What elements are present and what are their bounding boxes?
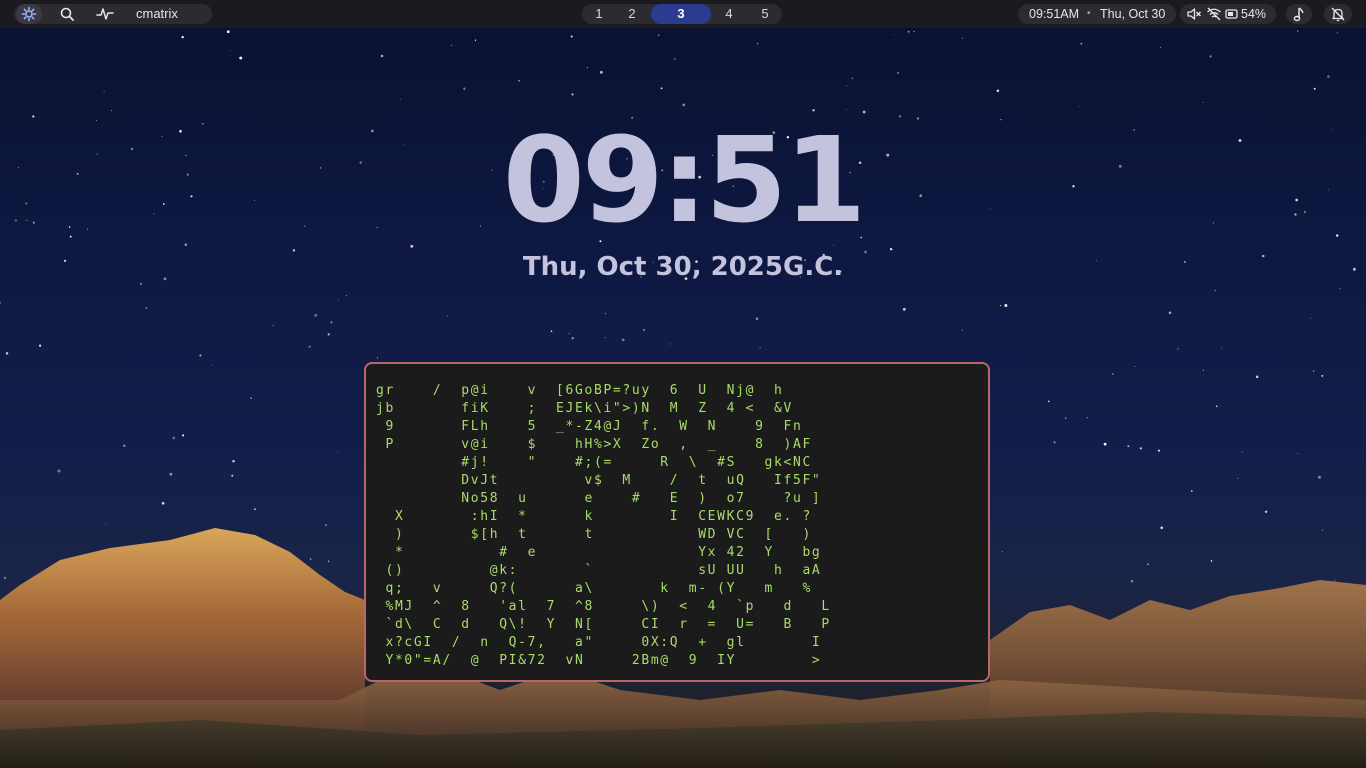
workspace-3[interactable]: 3 bbox=[651, 4, 711, 24]
activity-icon[interactable] bbox=[92, 4, 118, 24]
topbar-time: 09:51AM bbox=[1029, 7, 1080, 21]
matrix-line: () @k: ` sU UU h aA bbox=[376, 563, 822, 578]
matrix-line: `d\ C d Q\! Y N[ CI r = U= B P bbox=[376, 617, 831, 632]
workspace-switcher: 1 2 3 4 5 bbox=[582, 4, 782, 24]
cmatrix-output: gr / p@i v [6GoBP=?uy 6 U Nj@ h jb fiK ;… bbox=[376, 382, 831, 670]
focused-app-name: cmatrix bbox=[136, 6, 178, 21]
clock-widget[interactable]: 09:51AM • Thu, Oct 30 bbox=[1018, 4, 1176, 24]
music-note-icon[interactable] bbox=[1286, 4, 1312, 24]
workspace-2[interactable]: 2 bbox=[617, 4, 647, 24]
terminal-window[interactable]: gr / p@i v [6GoBP=?uy 6 U Nj@ h jb fiK ;… bbox=[364, 362, 990, 682]
workspace-1[interactable]: 1 bbox=[584, 4, 614, 24]
desktop-date: Thu, Oct 30, 2025G.C. bbox=[522, 252, 844, 282]
left-pill: cmatrix bbox=[14, 4, 212, 24]
system-status[interactable]: 54% bbox=[1180, 4, 1276, 24]
matrix-line: jb fiK ; EJEk\i">)N M Z 4 < &V bbox=[376, 401, 793, 416]
matrix-line: q; v Q?( a\ k m- (Y m % bbox=[376, 581, 812, 596]
media-button[interactable] bbox=[1286, 4, 1312, 24]
notifications-button[interactable] bbox=[1324, 4, 1352, 24]
workspace-5[interactable]: 5 bbox=[750, 4, 780, 24]
matrix-line: x?cGI / n Q-7, a" 0X:Q + gl I bbox=[376, 635, 822, 650]
desktop-clock: 09:51 bbox=[502, 111, 867, 249]
battery-icon bbox=[1222, 4, 1242, 24]
matrix-line: P v@i $ hH%>X Zo , _ 8 )AF bbox=[376, 437, 812, 452]
search-icon[interactable] bbox=[54, 4, 80, 24]
matrix-line: No58 u e # E ) o7 ?u ] bbox=[376, 491, 822, 506]
matrix-line: %MJ ^ 8 'al 7 ^8 \) < 4 `p d L bbox=[376, 599, 831, 614]
bell-off-icon[interactable] bbox=[1325, 4, 1351, 24]
matrix-line: gr / p@i v [6GoBP=?uy 6 U Nj@ h bbox=[376, 383, 784, 398]
gear-flower-icon[interactable] bbox=[16, 4, 42, 24]
battery-percentage: 54% bbox=[1241, 7, 1267, 21]
matrix-line: #j! " #;(= R \ #S gk<NC bbox=[376, 455, 812, 470]
matrix-line: X :hI * k I CEWKC9 e. ? bbox=[376, 509, 812, 524]
workspace-4[interactable]: 4 bbox=[714, 4, 744, 24]
matrix-line: 9 FLh 5 _*-Z4@J f. W N 9 Fn bbox=[376, 419, 803, 434]
top-bar: cmatrix 1 2 3 4 5 09:51AM • Thu, Oct 30 … bbox=[0, 0, 1366, 28]
matrix-line: ) $[h t t WD VC [ ) bbox=[376, 527, 812, 542]
matrix-line: Y*0"=A/ @ PI&72 vN 2Bm@ 9 IY > bbox=[376, 653, 822, 668]
separator-dot: • bbox=[1087, 8, 1091, 19]
matrix-line: DvJt v$ M / t uQ If5F" bbox=[376, 473, 822, 488]
matrix-line: * # e Yx 42 Y bg bbox=[376, 545, 822, 560]
topbar-date: Thu, Oct 30 bbox=[1100, 7, 1166, 21]
